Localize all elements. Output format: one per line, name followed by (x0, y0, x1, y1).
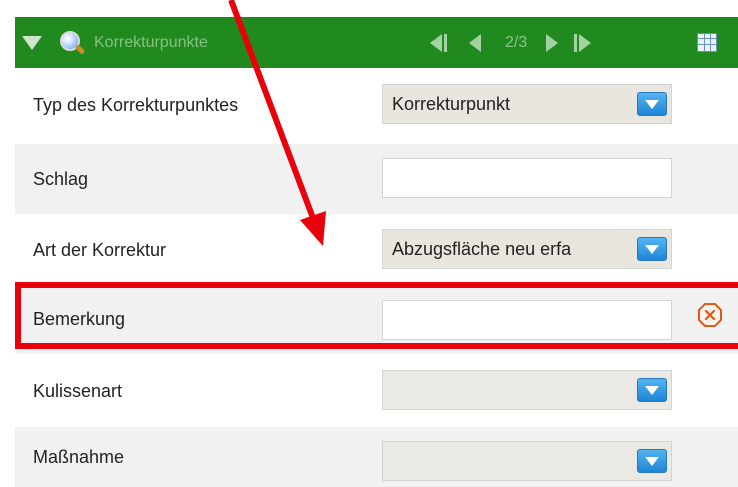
field-label: Typ des Korrekturpunktes (33, 94, 239, 115)
magnifier-icon[interactable] (59, 30, 86, 56)
page-indicator: 2/3 (505, 33, 528, 51)
form-row-kulissenart: Kulissenart (15, 356, 738, 426)
schlag-input[interactable] (382, 158, 672, 198)
field-label: Art der Korrektur (33, 239, 167, 260)
form-row-bemerkung: Bemerkung (15, 284, 738, 354)
clear-x-circle-icon[interactable] (697, 302, 723, 328)
field-label: Maßnahme (33, 446, 125, 467)
kulissenart-select[interactable] (382, 370, 672, 410)
typ-select[interactable]: Korrekturpunkt (382, 84, 672, 124)
next-page-icon[interactable] (546, 33, 559, 52)
dropdown-arrow-icon[interactable] (637, 92, 667, 116)
dropdown-arrow-icon[interactable] (637, 378, 667, 402)
bemerkung-input[interactable] (382, 300, 672, 340)
form-row-art-der-korrektur: Art der Korrektur Abzugsfläche neu erfa (15, 215, 738, 285)
form-row-typ: Typ des Korrekturpunktes Korrekturpunkt (15, 70, 738, 140)
field-label: Kulissenart (33, 380, 123, 401)
dropdown-arrow-icon[interactable] (637, 237, 667, 261)
last-page-icon[interactable] (574, 33, 592, 52)
table-view-icon[interactable] (697, 33, 717, 52)
form-row-schlag: Schlag (15, 144, 738, 214)
dropdown-arrow-icon[interactable] (637, 449, 667, 473)
field-label: Schlag (33, 168, 89, 189)
previous-page-icon[interactable] (469, 33, 481, 52)
collapse-triangle-icon[interactable] (22, 35, 42, 50)
field-label: Bemerkung (33, 308, 126, 329)
first-page-icon[interactable] (430, 33, 447, 52)
panel-title: Korrekturpunkte (94, 33, 208, 51)
select-value: Abzugsfläche neu erfa (392, 238, 572, 259)
pager: 2/3 (430, 17, 592, 68)
select-value: Korrekturpunkt (392, 93, 511, 114)
form-row-massnahme: Maßnahme (15, 427, 738, 487)
art-der-korrektur-select[interactable]: Abzugsfläche neu erfa (382, 229, 672, 269)
massnahme-select[interactable] (382, 441, 672, 481)
panel-header: Korrekturpunkte 2/3 (15, 17, 738, 68)
